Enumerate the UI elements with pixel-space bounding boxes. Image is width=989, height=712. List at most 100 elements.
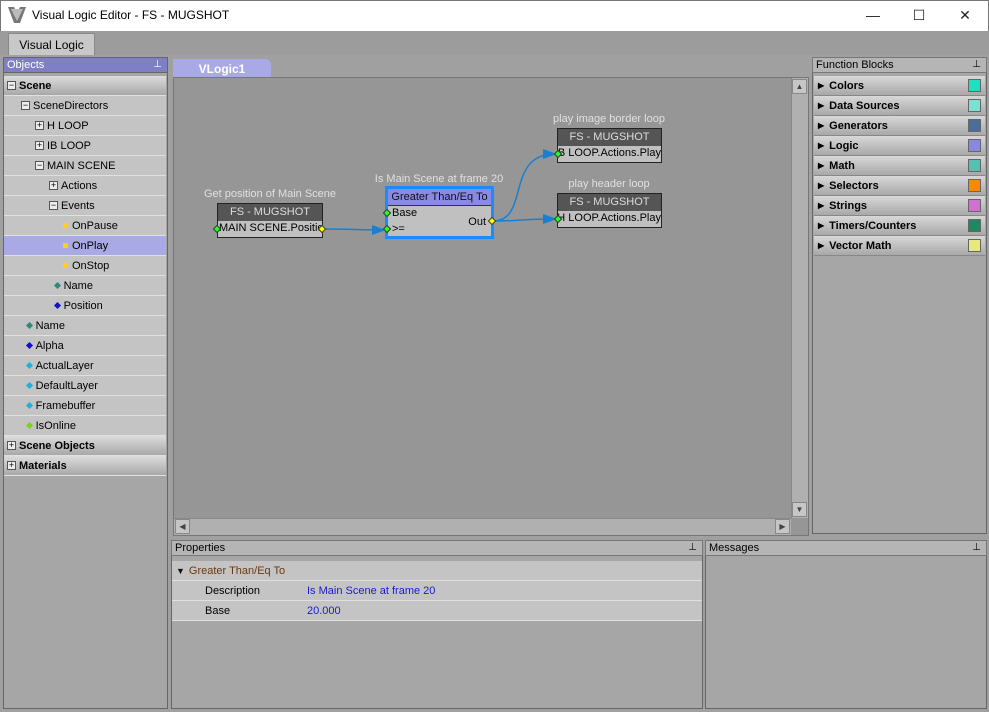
collapse-icon[interactable]: − [7, 81, 16, 90]
tree-item[interactable]: OnPlay [4, 236, 166, 256]
close-button[interactable]: ✕ [942, 0, 988, 30]
tree-item-label: DefaultLayer [35, 379, 98, 392]
collapse-icon[interactable]: − [35, 161, 44, 170]
expand-icon[interactable]: + [7, 441, 16, 450]
node-header: FS - MUGSHOT [558, 129, 661, 146]
property-icon [53, 281, 61, 290]
function-block-category[interactable]: ▶ Math [814, 156, 985, 176]
property-section[interactable]: ▼ Greater Than/Eq To [172, 561, 702, 581]
tree-item[interactable]: Name [4, 276, 166, 296]
tree-item[interactable]: OnStop [4, 256, 166, 276]
collapse-icon[interactable]: − [49, 201, 58, 210]
expand-arrow-icon: ▶ [818, 81, 825, 90]
category-color-swatch [968, 179, 981, 192]
property-value[interactable]: 20.000 [307, 605, 341, 617]
tree-item[interactable]: − Scene [4, 76, 166, 96]
category-color-swatch [968, 219, 981, 232]
node-ib-loop-play[interactable]: FS - MUGSHOT IB LOOP.Actions.Play [557, 128, 662, 163]
collapse-icon[interactable]: − [21, 101, 30, 110]
function-block-category[interactable]: ▶ Timers/Counters [814, 216, 985, 236]
pin-icon[interactable]: ⊥ [688, 541, 697, 555]
tree-item[interactable]: − Events [4, 196, 166, 216]
tree-item[interactable]: Position [4, 296, 166, 316]
function-blocks-header: Function Blocks ⊥ [812, 57, 987, 73]
category-label: Timers/Counters [829, 219, 917, 232]
horizontal-scrollbar[interactable]: ◀ ▶ [174, 518, 791, 535]
section-title: Greater Than/Eq To [188, 564, 286, 577]
tab-vlogic1[interactable]: VLogic1 [173, 59, 271, 78]
property-icon [25, 381, 33, 390]
function-block-category[interactable]: ▶ Data Sources [814, 96, 985, 116]
category-label: Generators [829, 119, 888, 132]
tree-item[interactable]: + H LOOP [4, 116, 166, 136]
collapse-icon: ▼ [176, 565, 185, 576]
maximize-button[interactable]: ☐ [896, 0, 942, 30]
tree-item-label: Framebuffer [35, 399, 96, 412]
property-icon [25, 401, 33, 410]
category-color-swatch [968, 119, 981, 132]
tree-item[interactable]: + Materials [4, 456, 166, 476]
node-h-loop-play[interactable]: FS - MUGSHOT H LOOP.Actions.Play [557, 193, 662, 228]
tree-item-label: Alpha [35, 339, 64, 352]
tab-visual-logic[interactable]: Visual Logic [8, 33, 95, 55]
vertical-scrollbar[interactable]: ▲ ▼ [791, 78, 808, 518]
scroll-up-icon[interactable]: ▲ [792, 79, 807, 94]
tree-item[interactable]: + Actions [4, 176, 166, 196]
scroll-left-icon[interactable]: ◀ [175, 519, 190, 534]
property-icon [25, 341, 33, 350]
category-color-swatch [968, 199, 981, 212]
tree-item-label: ActualLayer [35, 359, 94, 372]
window-title: Visual Logic Editor - FS - MUGSHOT [32, 8, 230, 22]
function-block-category[interactable]: ▶ Strings [814, 196, 985, 216]
pin-icon[interactable]: ⊥ [153, 58, 162, 72]
scroll-right-icon[interactable]: ▶ [775, 519, 790, 534]
category-color-swatch [968, 239, 981, 252]
expand-arrow-icon: ▶ [818, 101, 825, 110]
minimize-button[interactable]: — [850, 0, 896, 30]
category-label: Data Sources [829, 99, 900, 112]
expand-icon[interactable]: + [7, 461, 16, 470]
node-label: play image border loop [553, 113, 665, 125]
property-row[interactable]: Description Is Main Scene at frame 20 [172, 581, 702, 601]
function-block-category[interactable]: ▶ Logic [814, 136, 985, 156]
logic-canvas[interactable] [173, 77, 809, 536]
tree-item-label: Name [35, 319, 65, 332]
category-label: Vector Math [829, 239, 892, 252]
scroll-down-icon[interactable]: ▼ [792, 502, 807, 517]
property-name: Description [205, 584, 261, 597]
expand-icon[interactable]: + [49, 181, 58, 190]
property-value[interactable]: Is Main Scene at frame 20 [307, 585, 435, 597]
node-label: play header loop [568, 178, 650, 190]
property-row[interactable]: Base 20.000 [172, 601, 702, 621]
expand-icon[interactable]: + [35, 121, 44, 130]
expand-icon[interactable]: + [35, 141, 44, 150]
tree-item[interactable]: Name [4, 316, 166, 336]
tree-item[interactable]: ActualLayer [4, 356, 166, 376]
tree-item-label: Events [61, 199, 95, 212]
tree-item[interactable]: − SceneDirectors [4, 96, 166, 116]
property-name: Base [205, 604, 231, 617]
function-block-category[interactable]: ▶ Colors [814, 76, 985, 96]
expand-arrow-icon: ▶ [818, 241, 825, 250]
node-get-position[interactable]: FS - MUGSHOT MAIN SCENE.Position [217, 203, 323, 238]
tree-item[interactable]: + Scene Objects [4, 436, 166, 456]
node-header: FS - MUGSHOT [218, 204, 322, 221]
pin-icon[interactable]: ⊥ [972, 541, 981, 555]
tree-item[interactable]: − MAIN SCENE [4, 156, 166, 176]
category-label: Strings [829, 199, 868, 212]
tree-item[interactable]: OnPause [4, 216, 166, 236]
node-greater-than-eq[interactable]: Greater Than/Eq To Base >= Out [385, 186, 494, 239]
tree-item[interactable]: + IB LOOP [4, 136, 166, 156]
function-block-category[interactable]: ▶ Selectors [814, 176, 985, 196]
tree-item[interactable]: DefaultLayer [4, 376, 166, 396]
function-block-category[interactable]: ▶ Vector Math [814, 236, 985, 256]
node-input-row: IB LOOP.Actions.Play [558, 147, 661, 159]
pin-icon[interactable]: ⊥ [972, 58, 981, 72]
function-block-category[interactable]: ▶ Generators [814, 116, 985, 136]
category-label: Math [829, 159, 855, 172]
main-tab-strip [0, 31, 989, 55]
tree-item[interactable]: IsOnline [4, 416, 166, 436]
node-header: Greater Than/Eq To [388, 189, 491, 206]
tree-item[interactable]: Framebuffer [4, 396, 166, 416]
tree-item[interactable]: Alpha [4, 336, 166, 356]
